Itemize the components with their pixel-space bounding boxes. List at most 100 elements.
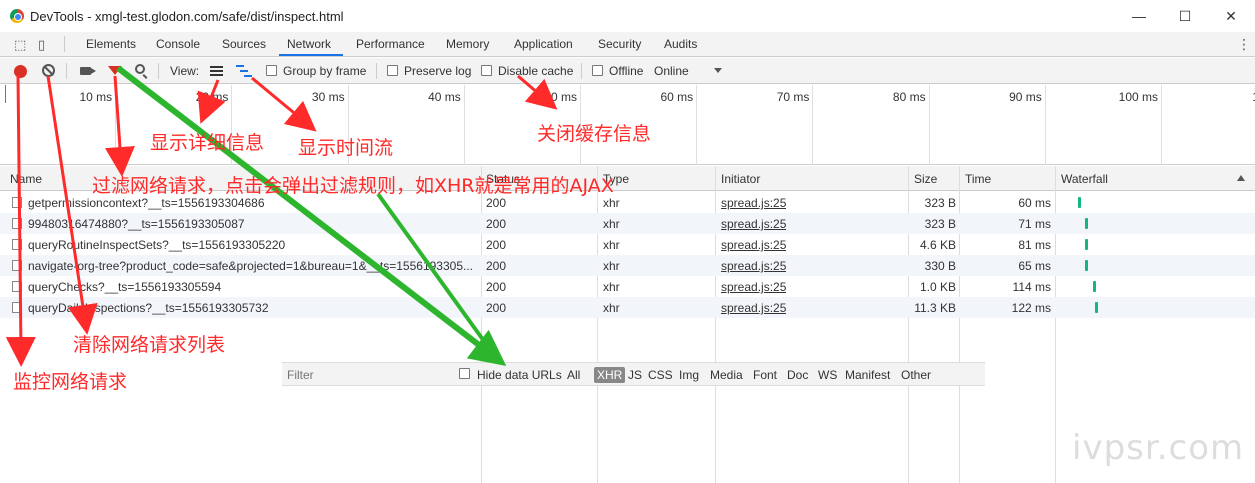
filter-bar: Hide data URLs All XHRJS CSS Img Media Font Do… bbox=[282, 362, 985, 386]
filter-icon[interactable] bbox=[108, 66, 122, 75]
overview-timeline-icon[interactable] bbox=[236, 65, 252, 77]
filter-input[interactable] bbox=[285, 366, 445, 384]
tab-security[interactable]: Security bbox=[598, 37, 641, 51]
large-request-rows-icon[interactable] bbox=[210, 66, 223, 76]
device-toolbar-icon[interactable]: ▯ bbox=[38, 37, 45, 53]
hide-data-urls-label: Hide data URLs bbox=[477, 368, 562, 382]
request-initiator-link[interactable]: spread.js:25 bbox=[721, 238, 786, 252]
tab-network[interactable]: Network bbox=[287, 37, 331, 51]
request-name[interactable]: 99480316474880?__ts=1556193305087 bbox=[28, 217, 478, 231]
disable-cache-checkbox[interactable] bbox=[481, 65, 492, 76]
requests-table: Name Status Type Initiator Size Time Wat… bbox=[0, 166, 1255, 483]
tab-memory[interactable]: Memory bbox=[446, 37, 489, 51]
filter-type-css[interactable]: CSS bbox=[648, 368, 673, 382]
tab-audits[interactable]: Audits bbox=[664, 37, 697, 51]
inspect-element-icon[interactable]: ⬚ bbox=[14, 37, 26, 53]
capture-screenshots-icon[interactable] bbox=[80, 67, 96, 75]
table-row[interactable]: queryDailyInspections?__ts=1556193305732… bbox=[0, 297, 1255, 318]
table-row[interactable]: 99480316474880?__ts=1556193305087 200 xhr s… bbox=[0, 213, 1255, 234]
filter-type-img[interactable]: Img bbox=[679, 368, 699, 382]
annotation-clear: 清除网络请求列表 bbox=[73, 334, 226, 356]
window-title: DevTools - xmgl-test.glodon.com/safe/dis… bbox=[30, 9, 344, 24]
group-by-frame-checkbox[interactable] bbox=[266, 65, 277, 76]
request-size: 4.6 KB bbox=[919, 238, 956, 252]
waterfall-bar[interactable] bbox=[1085, 218, 1088, 229]
overview-tick-label: 60 ms bbox=[660, 90, 694, 104]
tab-sources[interactable]: Sources bbox=[222, 37, 266, 51]
chevron-down-icon[interactable] bbox=[714, 68, 722, 73]
table-row[interactable]: navigate-org-tree?product_code=safe&proj… bbox=[0, 255, 1255, 276]
column-header-name[interactable]: Name bbox=[10, 172, 42, 186]
waterfall-bar[interactable] bbox=[1095, 302, 1098, 313]
overview-tick-label: 70 ms bbox=[776, 90, 810, 104]
request-type: xhr bbox=[603, 259, 620, 273]
overview-tick-label: 40 ms bbox=[428, 90, 461, 104]
tab-application[interactable]: Application bbox=[514, 37, 573, 51]
overview-gridline bbox=[812, 85, 814, 165]
request-time: 81 ms bbox=[1018, 238, 1051, 252]
tab-performance[interactable]: Performance bbox=[356, 37, 425, 51]
network-toolbar: View: Group by frame Preserve log Disabl… bbox=[0, 58, 1255, 84]
column-header-time[interactable]: Time bbox=[965, 172, 991, 186]
column-header-waterfall[interactable]: Waterfall bbox=[1061, 172, 1108, 186]
watermark: ivpsr.com bbox=[1072, 428, 1245, 468]
active-tab-indicator bbox=[279, 54, 343, 56]
request-initiator-link[interactable]: spread.js:25 bbox=[721, 196, 786, 210]
filter-type-all[interactable]: All bbox=[567, 368, 580, 382]
tab-elements[interactable]: Elements bbox=[86, 37, 136, 51]
request-icon bbox=[12, 197, 22, 208]
request-status: 200 bbox=[486, 217, 507, 231]
table-row[interactable]: queryRoutineInspectSets?__ts=15561933052… bbox=[0, 234, 1255, 255]
column-header-initiator[interactable]: Initiator bbox=[721, 172, 760, 186]
filter-type-ws[interactable]: WS bbox=[818, 368, 837, 382]
record-button[interactable] bbox=[14, 65, 27, 78]
waterfall-bar[interactable] bbox=[1093, 281, 1096, 292]
close-button[interactable]: ✕ bbox=[1216, 6, 1246, 26]
waterfall-bar[interactable] bbox=[1078, 197, 1081, 208]
request-name[interactable]: getpermissioncontext?__ts=1556193304686 bbox=[28, 196, 478, 210]
filter-type-xhr[interactable]: XHR bbox=[594, 367, 626, 383]
request-icon bbox=[12, 281, 22, 292]
sort-ascending-icon[interactable] bbox=[1237, 175, 1245, 181]
preserve-log-checkbox[interactable] bbox=[387, 65, 398, 76]
toolbar-divider bbox=[158, 63, 159, 79]
request-initiator-link[interactable]: spread.js:25 bbox=[721, 280, 786, 294]
maximize-button[interactable]: ☐ bbox=[1170, 6, 1200, 26]
request-initiator-link[interactable]: spread.js:25 bbox=[721, 217, 786, 231]
column-header-size[interactable]: Size bbox=[914, 172, 937, 186]
more-options-icon[interactable]: ⋮ bbox=[1237, 36, 1251, 53]
search-icon[interactable] bbox=[135, 64, 145, 74]
request-name[interactable]: navigate-org-tree?product_code=safe&proj… bbox=[28, 259, 478, 273]
minimize-button[interactable]: — bbox=[1124, 6, 1154, 26]
filter-type-other[interactable]: Other bbox=[901, 368, 931, 382]
table-row[interactable]: queryChecks?__ts=1556193305594 200 xhr spre… bbox=[0, 276, 1255, 297]
request-initiator-link[interactable]: spread.js:25 bbox=[721, 301, 786, 315]
annotation-cache: 关闭缓存信息 bbox=[537, 123, 652, 145]
toolbar-divider bbox=[66, 63, 67, 79]
tab-divider bbox=[64, 36, 65, 52]
request-name[interactable]: queryDailyInspections?__ts=1556193305732 bbox=[28, 301, 478, 315]
preserve-log-label: Preserve log bbox=[404, 64, 472, 78]
waterfall-bar[interactable] bbox=[1085, 239, 1088, 250]
overview-gridline bbox=[1044, 85, 1046, 165]
waterfall-bar[interactable] bbox=[1085, 260, 1088, 271]
request-type: xhr bbox=[603, 280, 620, 294]
offline-checkbox[interactable] bbox=[592, 65, 603, 76]
request-status: 200 bbox=[486, 259, 507, 273]
throttling-select[interactable]: Online bbox=[654, 64, 689, 78]
filter-type-font[interactable]: Font bbox=[753, 368, 777, 382]
filter-type-js[interactable]: JS bbox=[628, 368, 642, 382]
request-time: 60 ms bbox=[1018, 196, 1051, 210]
request-initiator-link[interactable]: spread.js:25 bbox=[721, 259, 786, 273]
overview-gridline bbox=[928, 85, 930, 165]
filter-type-manifest[interactable]: Manifest bbox=[845, 368, 890, 382]
tab-console[interactable]: Console bbox=[156, 37, 200, 51]
group-by-frame-label: Group by frame bbox=[283, 64, 367, 78]
request-status: 200 bbox=[486, 280, 507, 294]
clear-button[interactable] bbox=[42, 64, 55, 77]
filter-type-doc[interactable]: Doc bbox=[787, 368, 808, 382]
filter-type-media[interactable]: Media bbox=[710, 368, 743, 382]
request-name[interactable]: queryRoutineInspectSets?__ts=15561933052… bbox=[28, 238, 478, 252]
request-name[interactable]: queryChecks?__ts=1556193305594 bbox=[28, 280, 478, 294]
hide-data-urls-checkbox[interactable] bbox=[459, 368, 470, 379]
